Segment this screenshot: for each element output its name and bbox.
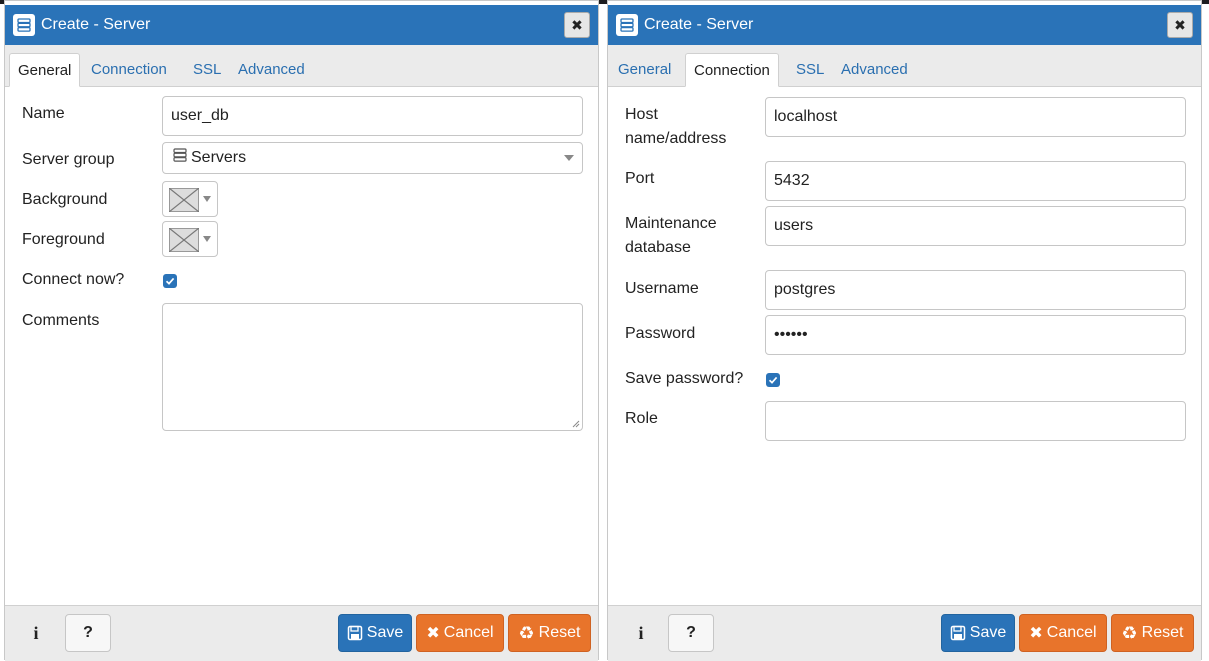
host-label-line1: Host <box>625 106 658 123</box>
maintenance-db-label: Maintenance database <box>625 212 717 260</box>
check-icon <box>768 376 778 384</box>
close-icon: ✖ <box>1029 625 1043 642</box>
reset-label: Reset <box>1141 624 1184 641</box>
reset-button[interactable]: ♻ Reset <box>508 614 591 652</box>
help-icon: ? <box>83 624 93 641</box>
comments-label: Comments <box>22 312 100 329</box>
tab-advanced[interactable]: Advanced <box>833 53 916 87</box>
maintenance-db-label-line1: Maintenance <box>625 215 717 232</box>
background-label: Background <box>22 191 108 208</box>
server-group-icon <box>173 143 187 173</box>
port-input[interactable]: 5432 <box>765 161 1186 201</box>
role-input[interactable] <box>765 401 1186 441</box>
cancel-button[interactable]: ✖ Cancel <box>416 614 504 652</box>
port-label: Port <box>625 170 655 187</box>
host-label: Host name/address <box>625 103 726 151</box>
close-icon: ✖ <box>426 625 440 642</box>
floppy-disk-icon <box>950 625 966 641</box>
recycle-icon: ♻ <box>518 622 535 643</box>
create-server-dialog-connection: Create - Server ✖ General Connection SSL… <box>607 0 1202 661</box>
no-color-swatch-icon <box>169 228 199 252</box>
username-input[interactable]: postgres <box>765 270 1186 310</box>
password-input[interactable]: •••••• <box>765 315 1186 355</box>
server-group-value: Servers <box>191 149 247 167</box>
host-input[interactable]: localhost <box>765 97 1186 137</box>
tab-general[interactable]: General <box>9 53 81 87</box>
save-label: Save <box>366 624 404 641</box>
reset-label: Reset <box>538 624 581 641</box>
dialog-titlebar[interactable]: Create - Server ✖ <box>5 5 598 45</box>
role-label: Role <box>625 410 658 427</box>
foreground-color-picker[interactable] <box>162 221 218 257</box>
info-button[interactable]: i <box>618 614 664 652</box>
server-icon <box>13 14 35 36</box>
help-button[interactable]: ? <box>65 614 111 652</box>
username-label: Username <box>625 280 699 297</box>
server-icon <box>616 14 638 36</box>
server-group-label: Server group <box>22 151 115 168</box>
floppy-disk-icon <box>347 625 363 641</box>
close-icon: ✖ <box>1174 16 1186 33</box>
info-icon: i <box>33 622 39 643</box>
save-password-checkbox[interactable] <box>766 373 780 387</box>
info-button[interactable]: i <box>13 614 59 652</box>
resize-grip-icon[interactable] <box>572 420 580 428</box>
dialog-title: Create - Server <box>644 16 754 33</box>
maintenance-db-label-line2: database <box>625 239 691 256</box>
tab-ssl[interactable]: SSL <box>185 53 229 87</box>
name-input[interactable]: user_db <box>162 96 583 136</box>
chevron-down-icon <box>203 196 211 202</box>
tab-bar: General Connection SSL Advanced <box>5 45 598 87</box>
dialog-title: Create - Server <box>41 16 151 33</box>
tab-bar: General Connection SSL Advanced <box>608 45 1201 87</box>
tab-general[interactable]: General <box>610 53 679 87</box>
chevron-down-icon <box>203 236 211 242</box>
create-server-dialog-general: Create - Server ✖ General Connection SSL… <box>4 0 599 661</box>
dialog-titlebar[interactable]: Create - Server ✖ <box>608 5 1201 45</box>
name-label: Name <box>22 105 65 122</box>
foreground-label: Foreground <box>22 231 105 248</box>
password-label: Password <box>625 325 696 342</box>
reset-button[interactable]: ♻ Reset <box>1111 614 1194 652</box>
save-button[interactable]: Save <box>941 614 1015 652</box>
comments-textarea[interactable] <box>162 303 583 431</box>
save-button[interactable]: Save <box>338 614 412 652</box>
connect-now-checkbox[interactable] <box>163 274 177 288</box>
host-label-line2: name/address <box>625 130 727 147</box>
dialog-footer: i ? Save ✖ Cancel ♻ Reset <box>5 605 598 661</box>
cancel-button[interactable]: ✖ Cancel <box>1019 614 1107 652</box>
save-label: Save <box>969 624 1007 641</box>
maintenance-db-input[interactable]: users <box>765 206 1186 246</box>
info-icon: i <box>638 622 644 643</box>
cancel-label: Cancel <box>1046 624 1097 641</box>
tab-connection[interactable]: Connection <box>83 53 175 87</box>
chevron-down-icon <box>564 155 574 161</box>
close-button[interactable]: ✖ <box>1167 12 1193 38</box>
check-icon <box>165 277 175 285</box>
close-button[interactable]: ✖ <box>564 12 590 38</box>
no-color-swatch-icon <box>169 188 199 212</box>
tab-ssl[interactable]: SSL <box>788 53 832 87</box>
tab-advanced[interactable]: Advanced <box>230 53 313 87</box>
connect-now-label: Connect now? <box>22 271 125 288</box>
background-color-picker[interactable] <box>162 181 218 217</box>
close-icon: ✖ <box>571 16 583 33</box>
cancel-label: Cancel <box>443 624 494 641</box>
dialog-footer: i ? Save ✖ Cancel ♻ Reset <box>608 605 1201 661</box>
tab-connection[interactable]: Connection <box>685 53 779 87</box>
help-icon: ? <box>686 624 696 641</box>
server-group-select[interactable]: Servers <box>162 142 583 174</box>
recycle-icon: ♻ <box>1121 622 1138 643</box>
help-button[interactable]: ? <box>668 614 714 652</box>
save-password-label: Save password? <box>625 370 744 387</box>
